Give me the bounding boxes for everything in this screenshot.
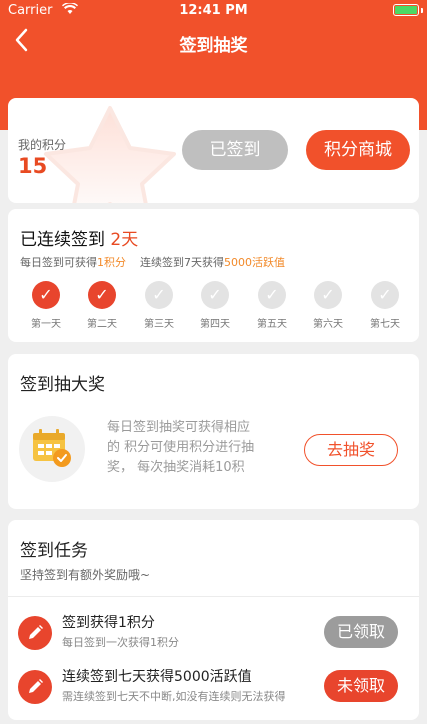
lottery-card: 签到抽大奖 每日签到抽奖可获得相应 的 积分可使用积分进行抽 奖， 每次抽奖消耗… — [8, 354, 419, 509]
check-icon: ✓ — [201, 281, 229, 309]
points-card: 我的积分 15 已签到 积分商城 — [8, 98, 419, 203]
daily-reward-value: 1积分 — [97, 256, 126, 269]
battery-icon — [393, 4, 419, 16]
weekly-reward-prefix: 连续签到7天获得 — [140, 256, 224, 269]
task-title: 连续签到七天获得5000活跃值 — [62, 669, 252, 685]
clock: 12:41 PM — [179, 3, 248, 18]
check-icon: ✓ — [371, 281, 399, 309]
claim-button[interactable]: 未领取 — [324, 670, 398, 702]
day-label: 第三天 — [144, 319, 174, 330]
day-label: 第五天 — [257, 319, 287, 330]
check-icon: ✓ — [32, 281, 60, 309]
lottery-desc-line: 奖， 每次抽奖消耗10积 — [107, 460, 245, 475]
day-item: ✓ 第一天 — [24, 281, 68, 330]
day-item: ✓ 第六天 — [306, 281, 350, 330]
lottery-title: 签到抽大奖 — [20, 375, 105, 395]
day-item: ✓ 第三天 — [137, 281, 181, 330]
star-decoration-icon — [44, 106, 176, 203]
day-label: 第二天 — [87, 319, 117, 330]
task-title: 签到获得1积分 — [62, 615, 155, 631]
points-label: 我的积分 — [18, 138, 67, 152]
day-label: 第七天 — [370, 319, 400, 330]
lottery-description: 每日签到抽奖可获得相应 的 积分可使用积分进行抽 奖， 每次抽奖消耗10积 — [107, 418, 283, 478]
day-label: 第一天 — [31, 319, 61, 330]
go-draw-button[interactable]: 去抽奖 — [304, 434, 398, 466]
streak-info: 每日签到可获得1积分 连续签到7天获得5000活跃值 — [20, 254, 285, 270]
days-row: ✓ 第一天 ✓ 第二天 ✓ 第三天 ✓ 第四天 ✓ 第五天 ✓ 第六天 ✓ 第七… — [18, 281, 412, 333]
streak-title: 已连续签到 2天 — [20, 225, 138, 250]
points-mall-button[interactable]: 积分商城 — [306, 130, 410, 170]
day-item: ✓ 第五天 — [250, 281, 294, 330]
calendar-icon — [19, 416, 85, 482]
lottery-desc-line: 每日签到抽奖可获得相应 — [107, 420, 251, 435]
day-label: 第四天 — [200, 319, 230, 330]
task-item: 连续签到七天获得5000活跃值 需连续签到七天不中断,如没有连续则无法获得 未领… — [8, 664, 419, 710]
day-item: ✓ 第二天 — [80, 281, 124, 330]
streak-days: 2天 — [110, 230, 139, 250]
check-icon: ✓ — [88, 281, 116, 309]
battery-tip — [421, 8, 423, 13]
signed-in-button[interactable]: 已签到 — [182, 130, 288, 170]
task-item: 签到获得1积分 每日签到一次获得1积分 已领取 — [8, 610, 419, 656]
status-bar: Carrier 12:41 PM — [0, 0, 427, 22]
streak-title-prefix: 已连续签到 — [20, 230, 111, 250]
weekly-reward-value: 5000活跃值 — [224, 256, 285, 269]
pencil-icon — [18, 670, 52, 704]
check-icon: ✓ — [314, 281, 342, 309]
task-description: 每日签到一次获得1积分 — [62, 636, 179, 649]
streak-card: 已连续签到 2天 每日签到可获得1积分 连续签到7天获得5000活跃值 ✓ 第一… — [8, 209, 419, 342]
day-item: ✓ 第四天 — [193, 281, 237, 330]
day-item: ✓ 第七天 — [363, 281, 407, 330]
lottery-desc-line: 的 积分可使用积分进行抽 — [107, 440, 255, 455]
check-icon: ✓ — [145, 281, 173, 309]
day-label: 第六天 — [313, 319, 343, 330]
tasks-subtitle: 坚持签到有额外奖励哦~ — [20, 568, 151, 582]
tasks-title: 签到任务 — [20, 541, 88, 561]
task-description: 需连续签到七天不中断,如没有连续则无法获得 — [62, 690, 286, 703]
points-value: 15 — [18, 154, 48, 178]
pencil-icon — [18, 616, 52, 650]
daily-reward-prefix: 每日签到可获得 — [20, 256, 97, 269]
check-icon: ✓ — [258, 281, 286, 309]
divider — [8, 596, 419, 597]
claimed-button[interactable]: 已领取 — [324, 616, 398, 648]
tasks-card: 签到任务 坚持签到有额外奖励哦~ 签到获得1积分 每日签到一次获得1积分 已领取… — [8, 520, 419, 720]
page-title: 签到抽奖 — [179, 36, 248, 56]
